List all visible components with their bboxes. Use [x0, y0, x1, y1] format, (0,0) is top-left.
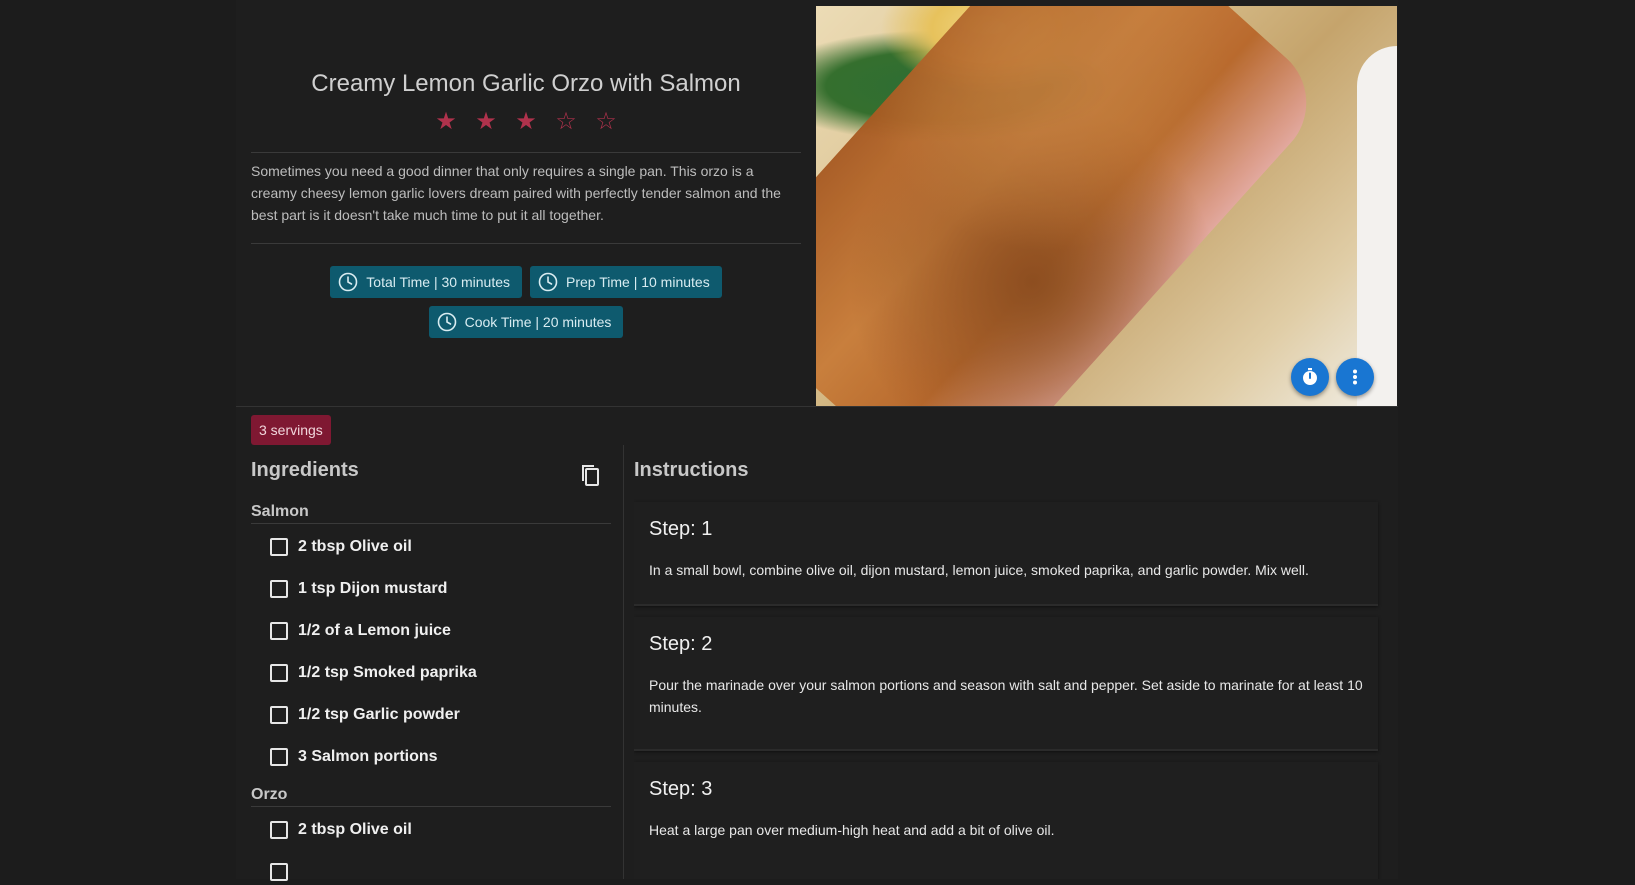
step-title: Step: 1: [649, 518, 713, 540]
ingredient-group-title: Orzo: [251, 786, 611, 807]
ingredient-item[interactable]: 2 tbsp Olive oil: [270, 817, 412, 843]
column-divider: [623, 445, 624, 879]
step-title: Step: 2: [649, 633, 713, 655]
recipe-description: Sometimes you need a good dinner that on…: [251, 163, 781, 223]
ingredient-label: 2 tbsp Olive oil: [298, 821, 412, 838]
ingredient-group-title: Salmon: [251, 503, 611, 524]
total-time-chip: Total Time | 30 minutes: [330, 266, 522, 298]
recipe-title: Creamy Lemon Garlic Orzo with Salmon: [311, 70, 741, 97]
prep-time-label: Prep Time | 10 minutes: [566, 274, 710, 290]
ingredient-label: 1/2 tsp Smoked paprika: [298, 664, 477, 681]
ingredient-label: 3 Salmon portions: [298, 748, 438, 765]
copy-ingredients-button[interactable]: [577, 462, 603, 488]
ingredient-label: 1/2 of a Lemon juice: [298, 622, 451, 639]
clock-icon: [437, 312, 456, 332]
checkbox[interactable]: [270, 538, 288, 556]
ingredient-item[interactable]: 1/2 of a Lemon juice: [270, 618, 451, 644]
total-time-label: Total Time | 30 minutes: [366, 274, 510, 290]
checkbox[interactable]: [270, 580, 288, 598]
clock-icon: [338, 272, 358, 292]
more-vert-icon: [1353, 369, 1357, 385]
star-icon[interactable]: ★: [466, 108, 506, 136]
rating-stars[interactable]: ★ ★ ★ ☆ ☆: [251, 108, 801, 136]
ingredient-label: 1/2 tsp Garlic powder: [298, 706, 460, 723]
checkbox[interactable]: [270, 706, 288, 724]
divider: [251, 243, 801, 244]
recipe-page: Creamy Lemon Garlic Orzo with Salmon ★ ★ ★…: [236, 0, 1398, 881]
checkbox[interactable]: [270, 664, 288, 682]
checkbox[interactable]: [270, 748, 288, 766]
servings-badge[interactable]: 3 servings: [251, 415, 331, 445]
more-options-button[interactable]: [1336, 358, 1374, 396]
step-text: Pour the marinade over your salmon porti…: [649, 677, 1363, 715]
ingredient-item[interactable]: 1/2 tsp Smoked paprika: [270, 660, 477, 686]
divider: [236, 406, 1398, 407]
star-outline-icon[interactable]: ☆: [586, 108, 626, 136]
checkbox[interactable]: [270, 863, 288, 881]
step-text: Heat a large pan over medium-high heat a…: [649, 822, 1055, 838]
copy-icon: [582, 465, 599, 486]
timer-icon: [1303, 368, 1317, 385]
ingredient-item[interactable]: [270, 859, 298, 885]
step-title: Step: 3: [649, 778, 713, 800]
step-card[interactable]: Step: 1 In a small bowl, combine olive o…: [634, 502, 1378, 606]
cook-time-label: Cook Time | 20 minutes: [464, 314, 612, 330]
prep-time-chip: Prep Time | 10 minutes: [530, 266, 722, 298]
timer-button[interactable]: [1291, 358, 1329, 396]
checkbox[interactable]: [270, 622, 288, 640]
checkbox[interactable]: [270, 821, 288, 839]
ingredient-label: 2 tbsp Olive oil: [298, 538, 412, 555]
ingredient-item[interactable]: 3 Salmon portions: [270, 744, 438, 770]
cook-time-chip: Cook Time | 20 minutes: [428, 306, 624, 338]
step-text: In a small bowl, combine olive oil, dijo…: [649, 562, 1309, 578]
step-card[interactable]: Step: 2 Pour the marinade over your salm…: [634, 617, 1378, 751]
star-outline-icon[interactable]: ☆: [546, 108, 586, 136]
star-icon[interactable]: ★: [426, 108, 466, 136]
time-chips: Total Time | 30 minutes Prep Time | 10 m…: [251, 266, 801, 338]
ingredient-label: 1 tsp Dijon mustard: [298, 580, 448, 597]
recipe-header: Creamy Lemon Garlic Orzo with Salmon ★ ★ ★…: [236, 0, 816, 406]
ingredient-item[interactable]: 2 tbsp Olive oil: [270, 534, 412, 560]
ingredients-heading: Ingredients: [251, 459, 359, 481]
instructions-heading: Instructions: [634, 459, 749, 481]
instructions-section: Instructions Step: 1 In a small bowl, co…: [634, 445, 1384, 879]
ingredient-item[interactable]: 1/2 tsp Garlic powder: [270, 702, 460, 728]
divider: [251, 152, 801, 153]
clock-icon: [538, 272, 558, 292]
step-card[interactable]: Step: 3 Heat a large pan over medium-hig…: [634, 762, 1378, 879]
recipe-image: [816, 6, 1397, 406]
star-icon[interactable]: ★: [506, 108, 546, 136]
ingredients-section: Ingredients Salmon 2 tbsp Olive oil 1 ts…: [251, 445, 611, 881]
ingredient-item[interactable]: 1 tsp Dijon mustard: [270, 576, 447, 602]
